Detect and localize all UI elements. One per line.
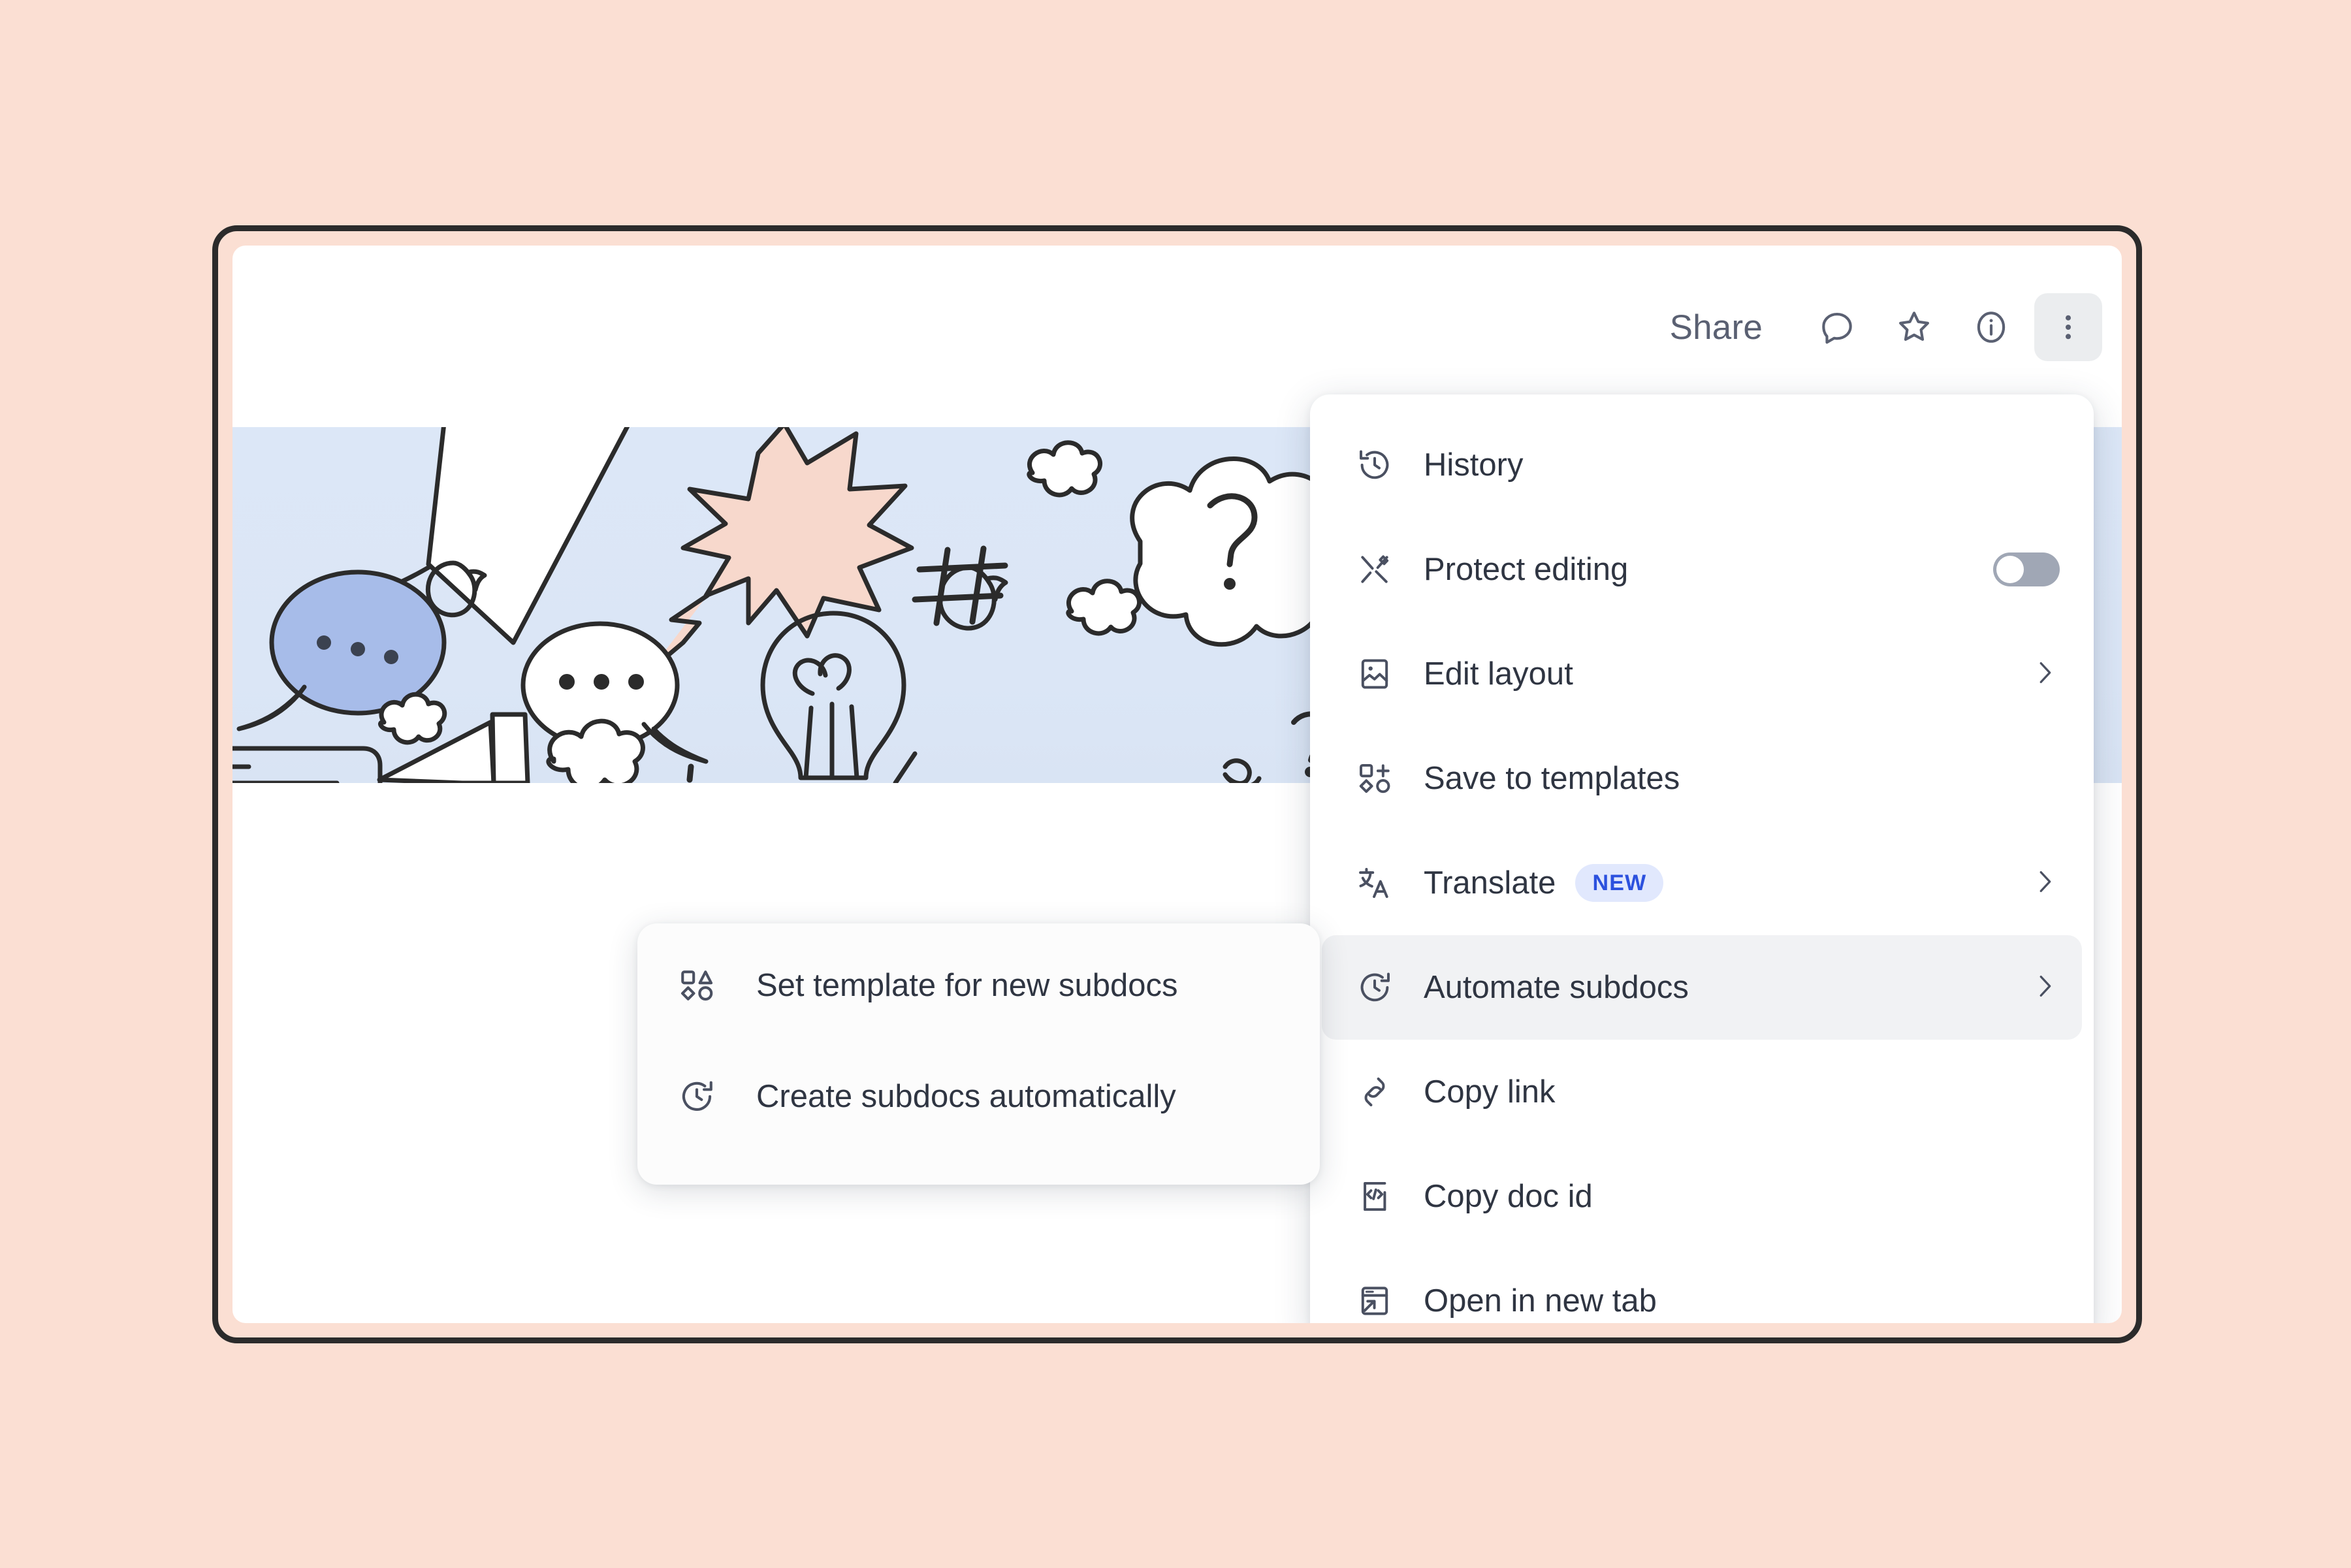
menu-item-label: Protect editing	[1424, 552, 1629, 587]
menu-item-copy-doc-id[interactable]: Copy doc id	[1322, 1144, 2082, 1249]
history-icon	[1353, 447, 1396, 483]
chevron-right-icon	[2030, 658, 2060, 691]
menu-item-label: Automate subdocs	[1424, 970, 1689, 1005]
automate-subdocs-icon	[1353, 969, 1396, 1006]
menu-item-open-in-new-tab[interactable]: Open in new tab	[1322, 1249, 2082, 1323]
document-options-dropdown: History Protect editing Edit layout Save…	[1310, 394, 2094, 1323]
menu-item-protect-editing[interactable]: Protect editing	[1322, 517, 2082, 622]
chevron-right-icon	[2030, 971, 2060, 1004]
comment-icon	[1817, 307, 1857, 347]
menu-item-label: Save to templates	[1424, 761, 1680, 796]
window-canvas: Share Set template for new subdocs Creat…	[232, 246, 2122, 1323]
code-doc-icon	[1353, 1178, 1396, 1215]
clock-arrow-icon	[678, 1078, 725, 1115]
app-window: Share Set template for new subdocs Creat…	[212, 225, 2142, 1343]
toggle-knob	[1996, 556, 2024, 583]
menu-item-label: Translate	[1424, 865, 1556, 901]
menu-item-save-to-templates[interactable]: Save to templates	[1322, 726, 2082, 831]
info-icon	[1971, 307, 2011, 347]
favorite-button[interactable]	[1880, 293, 1948, 361]
open-in-new-tab-icon	[1353, 1283, 1396, 1319]
more-options-button[interactable]	[2034, 293, 2102, 361]
more-options-icon	[2051, 310, 2085, 344]
automate-subdocs-submenu: Set template for new subdocs Create subd…	[637, 923, 1320, 1185]
menu-item-history[interactable]: History	[1322, 413, 2082, 517]
comment-button[interactable]	[1803, 293, 1871, 361]
protect-editing-toggle-wrap	[1993, 552, 2060, 586]
translate-chevron-wrap	[2030, 867, 2060, 900]
status-badge-new: NEW	[1575, 864, 1664, 902]
protect-editing-toggle[interactable]	[1993, 552, 2060, 586]
submenu-item-label: Create subdocs automatically	[756, 1079, 1176, 1114]
menu-item-label: Copy doc id	[1424, 1179, 1593, 1214]
info-button[interactable]	[1957, 293, 2025, 361]
menu-item-label: Copy link	[1424, 1074, 1556, 1110]
link-icon	[1353, 1074, 1396, 1110]
menu-item-label: Edit layout	[1424, 656, 1573, 692]
edit-layout-icon	[1353, 656, 1396, 692]
save-to-templates-icon	[1353, 760, 1396, 797]
menu-item-copy-link[interactable]: Copy link	[1322, 1040, 2082, 1144]
submenu-item-label: Set template for new subdocs	[756, 968, 1178, 1003]
edit-layout-chevron-wrap	[2030, 658, 2060, 691]
translate-icon	[1353, 865, 1396, 901]
menu-item-translate[interactable]: Translate NEW	[1322, 831, 2082, 935]
menu-item-edit-layout[interactable]: Edit layout	[1322, 622, 2082, 726]
document-toolbar: Share	[1653, 246, 2122, 409]
share-button[interactable]: Share	[1653, 298, 1780, 357]
automate-subdocs-chevron-wrap	[2030, 971, 2060, 1004]
submenu-item-create-subdocs[interactable]: Create subdocs automatically	[637, 1041, 1320, 1152]
menu-item-label: Open in new tab	[1424, 1283, 1657, 1319]
menu-item-automate-subdocs[interactable]: Automate subdocs	[1322, 935, 2082, 1040]
submenu-item-set-template[interactable]: Set template for new subdocs	[637, 930, 1320, 1041]
protect-editing-icon	[1353, 551, 1396, 588]
menu-item-label: History	[1424, 447, 1524, 483]
chevron-right-icon	[2030, 867, 2060, 900]
star-icon	[1894, 307, 1934, 347]
shapes-icon	[678, 967, 725, 1004]
